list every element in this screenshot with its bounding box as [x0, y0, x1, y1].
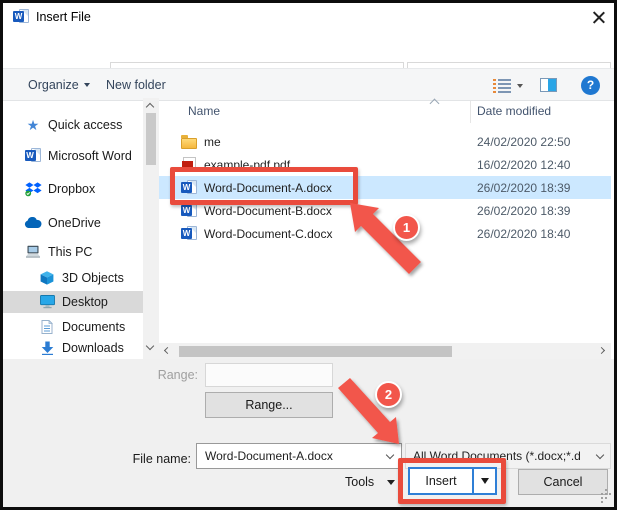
sidebar-item-label: Desktop	[62, 295, 108, 309]
tools-caret-icon	[387, 480, 395, 485]
sidebar-item-label: Microsoft Word	[48, 149, 132, 163]
new-folder-button[interactable]: New folder	[106, 78, 166, 92]
navigation-bar: ← → ↑ This PC Desktop ↻	[3, 31, 614, 68]
sidebar-item-quick-access[interactable]: ★ Quick access	[3, 114, 143, 136]
view-mode-button[interactable]	[493, 79, 511, 92]
organize-caret-icon	[84, 83, 90, 87]
computer-icon	[24, 245, 42, 259]
scrollbar-thumb[interactable]	[146, 113, 156, 165]
scroll-down-icon[interactable]	[146, 342, 154, 350]
file-row-me[interactable]: me 24/02/2020 22:50	[159, 130, 611, 153]
sidebar-item-label: 3D Objects	[62, 271, 124, 285]
file-name-combo[interactable]	[196, 443, 402, 469]
sidebar-item-label: Dropbox	[48, 182, 95, 196]
column-header-name[interactable]: Name	[188, 104, 220, 118]
file-name: me	[204, 135, 221, 149]
scroll-left-icon[interactable]	[164, 347, 171, 354]
tools-button[interactable]: Tools	[345, 475, 395, 489]
download-arrow-icon	[38, 341, 56, 355]
title-bar: Insert File	[3, 3, 614, 31]
sidebar-item-this-pc[interactable]: This PC	[3, 241, 143, 263]
range-input[interactable]	[205, 363, 333, 387]
scrollbar-thumb[interactable]	[179, 346, 452, 357]
sidebar-item-label: Downloads	[62, 341, 124, 355]
column-header-date-modified[interactable]: Date modified	[477, 104, 551, 118]
file-type-value: All Word Documents (*.docx;*.d	[413, 449, 597, 463]
organize-label: Organize	[28, 78, 79, 92]
organize-button[interactable]: Organize	[28, 78, 90, 92]
dropbox-icon	[24, 182, 42, 197]
file-date: 26/02/2020 18:40	[477, 227, 570, 241]
scroll-right-icon[interactable]	[598, 347, 605, 354]
sidebar-item-label: Quick access	[48, 118, 122, 132]
sidebar-item-downloads[interactable]: Downloads	[3, 337, 143, 359]
sidebar-item-label: Documents	[62, 320, 125, 334]
sidebar-item-onedrive[interactable]: OneDrive	[3, 212, 143, 234]
resize-grip[interactable]	[601, 493, 603, 495]
preview-pane-button[interactable]	[540, 78, 557, 92]
file-type-dropdown[interactable]: All Word Documents (*.docx;*.d	[405, 443, 611, 469]
file-date: 26/02/2020 18:39	[477, 204, 570, 218]
column-divider[interactable]	[470, 101, 471, 123]
file-name-label: File name:	[103, 452, 191, 466]
word-file-icon	[180, 203, 198, 219]
close-button[interactable]	[581, 3, 614, 31]
star-icon: ★	[24, 118, 42, 132]
command-toolbar: Organize New folder	[3, 68, 614, 101]
close-icon	[592, 11, 604, 23]
file-date: 16/02/2020 12:40	[477, 158, 570, 172]
file-name: example-pdf.pdf	[204, 158, 290, 172]
insert-label: Insert	[410, 469, 472, 493]
new-folder-label: New folder	[106, 78, 166, 92]
window-title: Insert File	[36, 10, 91, 24]
range-button[interactable]: Range...	[205, 392, 333, 418]
file-name: Word-Document-C.docx	[204, 227, 332, 241]
cube-icon	[38, 271, 56, 285]
document-icon	[38, 320, 56, 334]
sidebar-item-microsoft-word[interactable]: Microsoft Word	[3, 145, 143, 167]
file-name-input[interactable]	[205, 449, 387, 463]
insert-button[interactable]: Insert	[408, 467, 497, 495]
cancel-button[interactable]: Cancel	[518, 469, 608, 495]
file-row-word-document-a[interactable]: Word-Document-A.docx 26/02/2020 18:39	[159, 176, 611, 199]
view-mode-caret-icon[interactable]	[517, 84, 523, 88]
file-date: 26/02/2020 18:39	[477, 181, 570, 195]
file-row-example-pdf[interactable]: example-pdf.pdf 16/02/2020 12:40	[159, 153, 611, 176]
file-list-horizontal-scrollbar[interactable]	[159, 343, 611, 359]
desktop-icon	[38, 295, 56, 309]
insert-dropdown-button[interactable]	[472, 469, 495, 493]
sidebar-item-label: OneDrive	[48, 216, 101, 230]
pdf-icon	[180, 157, 198, 172]
folder-icon	[180, 135, 198, 149]
file-name: Word-Document-A.docx	[204, 181, 332, 195]
word-file-icon	[180, 226, 198, 242]
file-row-word-document-b[interactable]: Word-Document-B.docx 26/02/2020 18:39	[159, 199, 611, 222]
sidebar-scrollbar[interactable]	[143, 98, 159, 359]
file-date: 24/02/2020 22:50	[477, 135, 570, 149]
dropdown-triangle-icon	[481, 478, 489, 484]
file-name: Word-Document-B.docx	[204, 204, 332, 218]
sidebar-item-dropbox[interactable]: Dropbox	[3, 178, 143, 200]
dropdown-chevron-icon	[596, 450, 604, 458]
file-row-word-document-c[interactable]: Word-Document-C.docx 26/02/2020 18:40	[159, 222, 611, 245]
word-file-icon	[180, 180, 198, 196]
scroll-up-icon[interactable]	[146, 103, 154, 111]
range-label: Range:	[93, 368, 198, 382]
onedrive-cloud-icon	[24, 217, 42, 229]
tools-label: Tools	[345, 475, 374, 489]
word-logo-icon	[13, 9, 30, 25]
combo-chevron-icon[interactable]	[386, 450, 394, 458]
sidebar-item-documents[interactable]: Documents	[3, 316, 143, 338]
sidebar-item-3d-objects[interactable]: 3D Objects	[3, 267, 143, 289]
sidebar-item-desktop[interactable]: Desktop	[3, 291, 143, 313]
word-icon	[24, 148, 42, 164]
insert-file-dialog: Insert File ← → ↑ This PC Desktop ↻ Orga…	[0, 0, 617, 510]
help-button[interactable]	[581, 76, 600, 95]
sidebar-item-label: This PC	[48, 245, 92, 259]
